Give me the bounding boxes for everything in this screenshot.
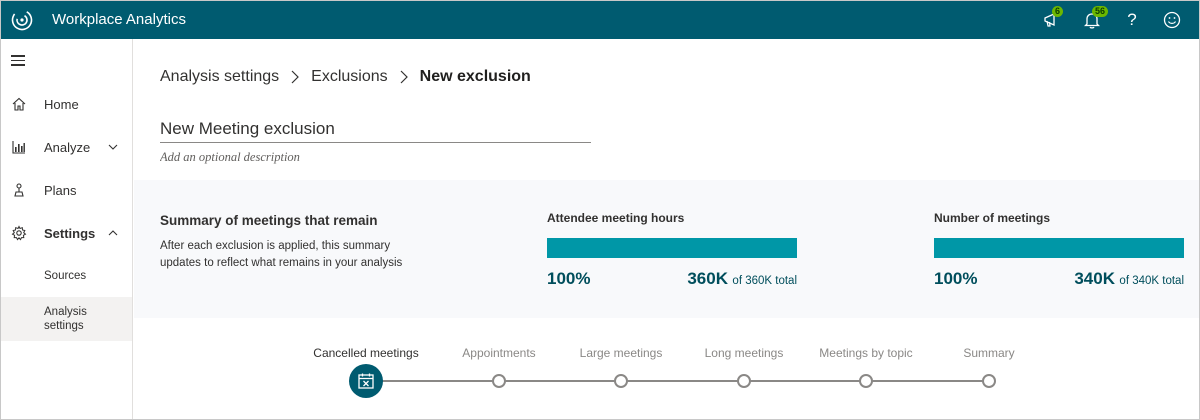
step-label-large-meetings[interactable]: Large meetings [580,346,663,360]
sidebar-item-label: Plans [44,182,77,198]
notifications-badge: 56 [1092,6,1109,17]
chevron-right-icon [291,70,300,84]
sidebar-item-label: Home [44,96,79,112]
step-label-summary[interactable]: Summary [963,346,1014,360]
metric-title: Number of meetings [934,211,1051,225]
sidebar-item-home[interactable]: Home [0,87,132,121]
breadcrumb-current: New exclusion [419,68,531,85]
sidebar-item-settings[interactable]: Settings [0,216,132,250]
chevron-right-icon [400,70,408,84]
summary-description: After each exclusion is applied, this su… [160,240,403,269]
notifications-button[interactable]: 56 [1080,6,1109,32]
metric-number-of-meetings: Number of meetings 100% 340K of 340K tot… [934,211,1184,288]
step-summary[interactable] [982,374,996,388]
help-icon: ? [1127,10,1137,29]
app-title: Workplace Analytics [52,11,186,28]
description-input[interactable] [160,148,591,166]
step-large-meetings[interactable] [614,374,628,388]
calendar-cancel-icon [358,373,374,389]
step-meetings-by-topic[interactable] [859,374,873,388]
step-appointments[interactable] [492,374,506,388]
step-label-appointments[interactable]: Appointments [462,346,535,360]
sidebar-subitem-analysis-settings[interactable]: Analysis settings [0,297,132,341]
smiley-icon [1163,11,1181,29]
summary-panel: Summary of meetings that remain After ea… [134,180,1199,318]
metric-percent: 100% [934,269,978,288]
metric-of-total: of 340K total [1119,275,1184,287]
metric-title: Attendee meeting hours [547,211,685,225]
sidebar-item-label: Analyze [44,139,91,155]
chevron-down-icon[interactable] [108,142,118,152]
home-icon [12,97,26,111]
stepper-line [366,380,989,382]
metric-of-total: of 360K total [732,275,797,287]
announcements-button[interactable]: 6 [1040,6,1064,32]
plans-icon [14,183,24,197]
progress-bar-fill [934,238,1184,258]
chart-icon [12,141,25,154]
gear-icon [11,225,27,241]
progress-bar [547,238,797,258]
step-label-cancelled-meetings[interactable]: Cancelled meetings [313,346,418,360]
top-bar: Workplace Analytics 6 56 ? [0,0,1200,39]
step-cancelled-meetings[interactable] [349,364,383,398]
step-long-meetings[interactable] [737,374,751,388]
sidebar-subitem-label: Sources [44,270,87,282]
breadcrumb-item-analysis-settings[interactable]: Analysis settings [160,68,279,86]
metric-percent: 100% [547,269,591,288]
metric-value: 340K [1074,269,1115,288]
sidebar-item-plans[interactable]: Plans [0,173,132,207]
sidebar-subitem-sources[interactable]: Sources [0,261,132,291]
hamburger-menu-button[interactable] [11,55,25,66]
summary-title: Summary of meetings that remain [160,213,378,228]
progress-bar-fill [547,238,797,258]
metric-value: 360K [687,269,728,288]
exclusion-name-input[interactable] [160,117,591,143]
help-button[interactable]: ? [1120,8,1144,32]
breadcrumb: Analysis settings Exclusions New exclusi… [160,67,531,87]
metric-total: 360K of 360K total [687,269,797,289]
app-logo-icon[interactable] [10,8,34,32]
feedback-button[interactable] [1160,8,1184,32]
sidebar: Home Analyze Plans Settings Sources Anal… [0,39,133,420]
chevron-up-icon[interactable] [108,228,118,238]
progress-bar [934,238,1184,258]
sidebar-item-label: Settings [44,225,96,241]
exclusion-stepper: Cancelled meetings Appointments Large me… [300,340,1060,410]
sidebar-item-analyze[interactable]: Analyze [0,130,132,164]
breadcrumb-item-exclusions[interactable]: Exclusions [311,68,387,86]
step-label-long-meetings[interactable]: Long meetings [705,346,784,360]
sidebar-subitem-label: Analysis settings [44,306,87,332]
metric-total: 340K of 340K total [1074,269,1184,289]
metric-attendee-hours: Attendee meeting hours 100% 360K of 360K… [547,211,797,288]
announcements-badge: 6 [1052,6,1064,17]
step-label-meetings-by-topic[interactable]: Meetings by topic [819,346,912,360]
